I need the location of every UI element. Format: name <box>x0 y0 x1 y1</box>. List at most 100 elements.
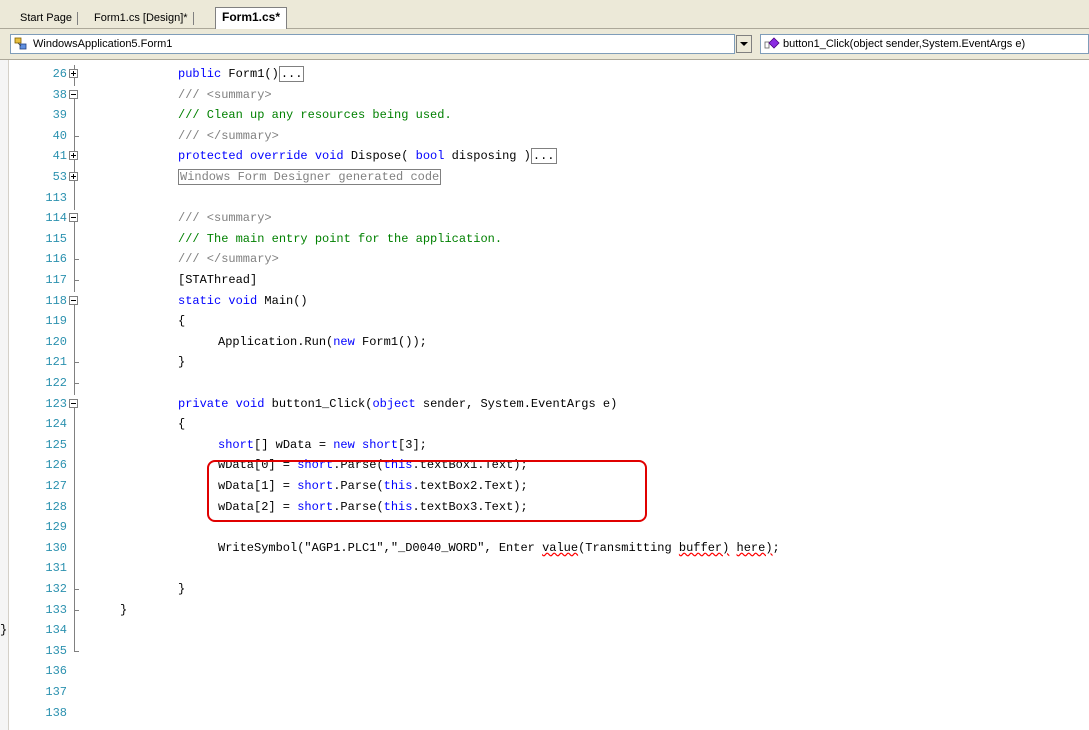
code-line[interactable]: 53 Windows Form Designer generated code <box>0 168 1089 189</box>
member-combo[interactable]: button1_Click(object sender,System.Event… <box>760 34 1089 54</box>
line-number: 133 <box>45 602 67 617</box>
error-token: buffer) <box>678 540 730 555</box>
member-combo-text: button1_Click(object sender,System.Event… <box>783 38 1026 50</box>
code-text[interactable]: } <box>120 601 127 619</box>
code-text[interactable]: } <box>178 580 185 598</box>
collapsed-region-label[interactable]: Windows Form Designer generated code <box>178 169 442 185</box>
code-line[interactable]: 39 /// Clean up any resources being used. <box>0 106 1089 128</box>
line-number: 41 <box>52 149 67 164</box>
code-token: Main() <box>257 293 308 308</box>
code-line[interactable]: 116 /// </summary> <box>0 250 1089 272</box>
keyword-token: new <box>333 334 355 349</box>
expand-icon[interactable] <box>68 65 82 86</box>
outline-end <box>68 600 82 622</box>
line-number: 53 <box>52 170 67 184</box>
tab-form1-design[interactable]: Form1.cs [Design]* <box>88 9 194 29</box>
collapse-icon[interactable] <box>68 86 82 107</box>
code-text[interactable]: /// </summary> <box>178 250 279 268</box>
outline-line <box>68 518 82 540</box>
code-line[interactable]: 134} <box>0 621 1089 643</box>
line-number: 26 <box>52 67 67 81</box>
code-line[interactable]: 122 <box>0 374 1089 395</box>
line-number: 117 <box>45 273 67 287</box>
code-line[interactable]: 40 /// </summary> <box>0 126 1089 148</box>
code-editor[interactable]: 26 public Form1()... 38 /// <summary> 39 /// … <box>0 60 1089 730</box>
code-text[interactable]: private void button1_Click(object sender… <box>178 395 617 413</box>
code-line[interactable]: 125 short[] wData = new short[3]; <box>0 435 1089 457</box>
code-token: [] wData = <box>254 437 334 452</box>
code-text[interactable]: [STAThread] <box>178 271 257 289</box>
code-text[interactable]: short[] wData = new short[3]; <box>218 436 427 454</box>
code-text[interactable]: /// The main entry point for the applica… <box>178 230 502 248</box>
code-text[interactable]: /// </summary> <box>178 127 279 145</box>
line-number: 116 <box>45 252 67 267</box>
collapsed-region-ellipsis[interactable]: ... <box>278 66 305 82</box>
code-text[interactable]: } <box>178 353 185 371</box>
line-number: 38 <box>52 87 67 102</box>
tab-start-page[interactable]: Start Page <box>14 9 78 29</box>
line-number: 129 <box>45 520 67 535</box>
class-combo-dropdown-button[interactable] <box>736 35 752 53</box>
code-line[interactable]: 115 /// The main entry point for the appl… <box>0 229 1089 251</box>
code-line[interactable]: 41 protected override void Dispose( bool … <box>0 147 1089 169</box>
expand-icon[interactable] <box>68 147 82 169</box>
code-line[interactable]: 138 <box>0 704 1089 722</box>
code-line[interactable]: 113 <box>0 188 1089 210</box>
outline-line <box>68 559 82 581</box>
code-text[interactable]: /// Clean up any resources being used. <box>178 106 452 124</box>
outline-line <box>68 332 82 354</box>
code-text[interactable]: protected override void Dispose( bool di… <box>178 147 557 165</box>
code-line[interactable]: 124 { <box>0 415 1089 437</box>
code-line[interactable]: 26 public Form1()... <box>0 65 1089 86</box>
line-number: 137 <box>45 685 67 699</box>
code-line[interactable]: 121} <box>0 353 1089 375</box>
code-line[interactable]: 119 { <box>0 312 1089 334</box>
code-token: ; <box>772 540 780 555</box>
class-combo[interactable]: WindowsApplication5.Form1 <box>10 34 735 54</box>
line-number: 130 <box>45 540 67 555</box>
collapse-icon[interactable] <box>68 209 82 231</box>
code-line[interactable]: 117 [STAThread] <box>0 271 1089 292</box>
outline-line <box>68 229 82 251</box>
code-line[interactable]: 132} <box>0 580 1089 601</box>
code-line[interactable]: 118 static void Main() <box>0 292 1089 313</box>
code-line[interactable]: 137 <box>0 683 1089 701</box>
code-line[interactable]: 130 WriteSymbol("AGP1.PLC1","_D0040_WORD"… <box>0 538 1089 560</box>
collapsed-region-ellipsis[interactable]: ... <box>530 148 557 165</box>
code-text[interactable]: Windows Form Designer generated code <box>178 168 442 186</box>
code-text[interactable]: /// <summary> <box>178 209 272 227</box>
keyword-token: static void <box>178 293 258 308</box>
code-text[interactable]: /// <summary> <box>178 86 272 104</box>
code-text[interactable]: Application.Run(new Form1()); <box>218 333 427 351</box>
code-text[interactable]: static void Main() <box>178 292 308 310</box>
code-text[interactable]: public Form1()... <box>178 65 305 83</box>
collapse-icon[interactable] <box>68 395 82 416</box>
code-text[interactable]: { <box>178 312 185 330</box>
comment-token: /// Clean up any resources being used. <box>178 108 452 123</box>
code-line[interactable]: 114 /// <summary> <box>0 209 1089 231</box>
code-token: } <box>178 582 186 596</box>
class-icon <box>14 37 30 51</box>
expand-icon[interactable] <box>68 168 82 189</box>
code-line[interactable]: 135 <box>0 641 1089 660</box>
outline-line <box>68 497 82 519</box>
code-line[interactable]: 136 <box>0 662 1089 680</box>
code-text[interactable]: WriteSymbol("AGP1.PLC1","_D0040_WORD", E… <box>218 539 780 557</box>
code-text[interactable]: } <box>0 621 7 639</box>
code-line[interactable]: 123 private void button1_Click(object sen… <box>0 395 1089 416</box>
outline-line <box>68 621 82 643</box>
code-line[interactable]: 131 <box>0 559 1089 581</box>
outline-line <box>68 435 82 457</box>
code-token: } <box>178 355 186 370</box>
tab-form1-code[interactable]: Form1.cs* <box>215 7 288 29</box>
outline-empty <box>68 662 82 680</box>
code-text[interactable]: { <box>178 415 185 433</box>
line-number: 136 <box>45 664 67 679</box>
code-line[interactable]: 133} <box>0 600 1089 622</box>
outline-line <box>68 106 82 128</box>
outline-line <box>68 312 82 334</box>
code-line[interactable]: 120 Application.Run(new Form1()); <box>0 332 1089 354</box>
collapse-icon[interactable] <box>68 292 82 313</box>
code-line[interactable]: 38 /// <summary> <box>0 86 1089 107</box>
code-token: Form1()); <box>354 334 427 349</box>
